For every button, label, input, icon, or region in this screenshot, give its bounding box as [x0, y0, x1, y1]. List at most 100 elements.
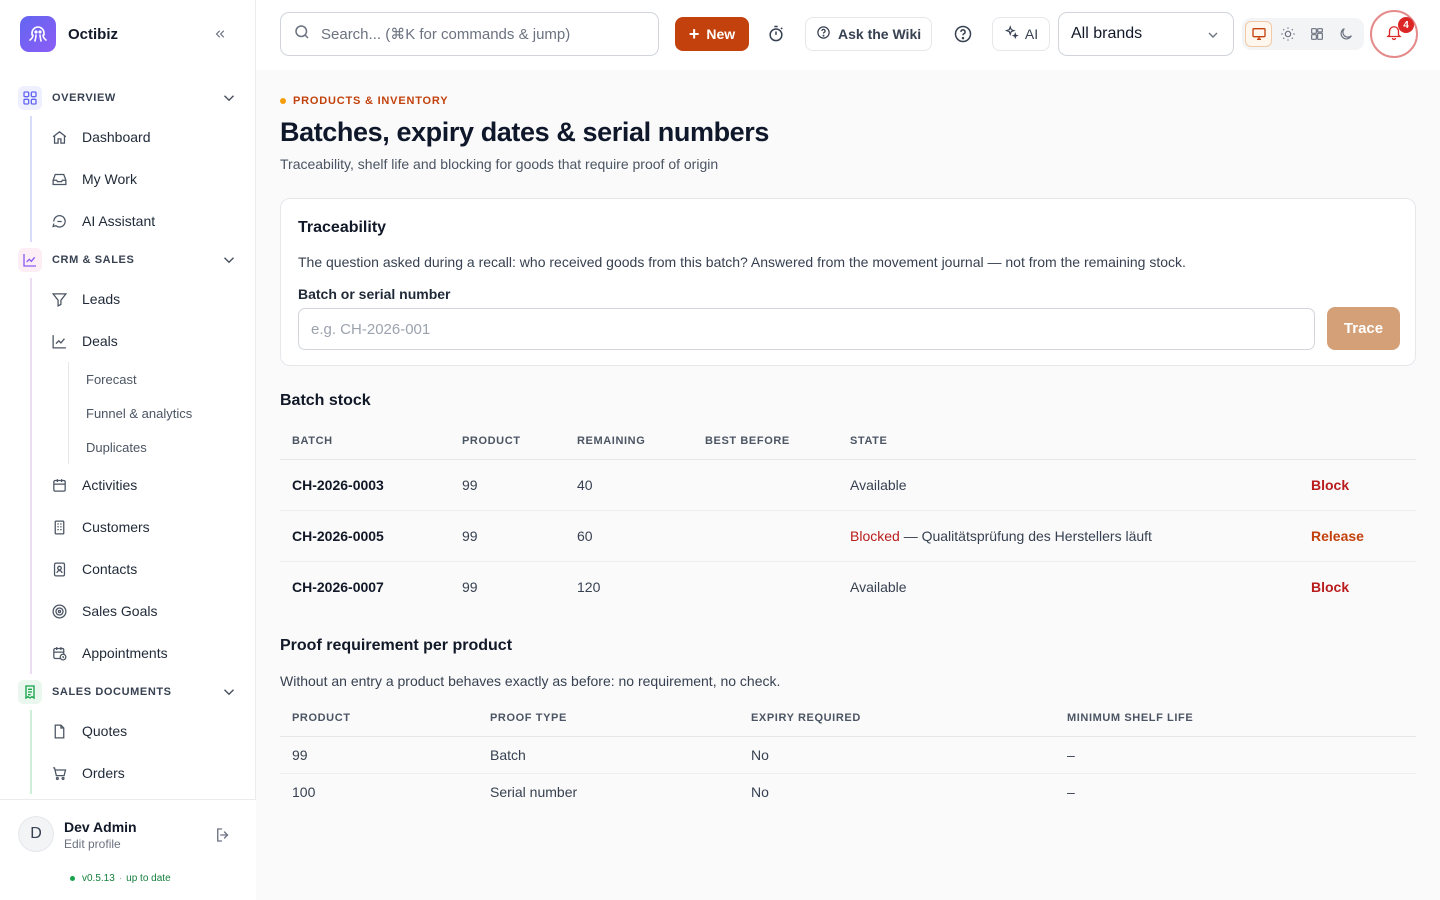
sidebar-item-orders[interactable]: Orders	[30, 752, 256, 794]
monitor-icon[interactable]	[1245, 21, 1273, 47]
sun-icon[interactable]	[1274, 21, 1301, 47]
version-state: up to date	[126, 873, 171, 884]
traceability-card: Traceability The question asked during a…	[280, 198, 1416, 366]
sidebar-item-label: Activities	[82, 477, 138, 493]
eyebrow-label: PRODUCTS & INVENTORY	[293, 95, 449, 107]
batch-stock-table: BATCH PRODUCT REMAINING BEST BEFORE STAT…	[280, 423, 1416, 612]
table-row: CH-2026-0003 99 40 Available Block	[280, 459, 1416, 511]
notifications-button[interactable]: 4	[1370, 10, 1418, 58]
traceability-title: Traceability	[298, 219, 387, 236]
sidebar-item-dashboard[interactable]: Dashboard	[30, 116, 256, 158]
block-button[interactable]: Block	[1299, 561, 1416, 612]
moon-icon[interactable]	[1332, 21, 1359, 47]
product-cell: 100	[292, 783, 316, 800]
expiry-required-cell: No	[739, 736, 1055, 774]
trace-button[interactable]: Trace	[1327, 307, 1400, 350]
avatar[interactable]: D	[18, 816, 54, 852]
sidebar-item-my-work[interactable]: My Work	[30, 158, 256, 200]
sidebar-item-ai-assistant[interactable]: AI Assistant	[30, 200, 256, 242]
receipt-icon	[18, 680, 42, 704]
expiry-required-cell: No	[751, 783, 769, 800]
col-product: PRODUCT	[450, 423, 565, 460]
product-cell: 99	[280, 736, 478, 774]
batch-serial-label: Batch or serial number	[298, 286, 451, 302]
sidebar: Octibiz OVERVIEW Dashboard My Work AI As…	[0, 0, 256, 900]
table-header-row: BATCH PRODUCT REMAINING BEST BEFORE STAT…	[280, 423, 1416, 460]
sidebar-item-customers[interactable]: Customers	[30, 506, 256, 548]
section-sales-documents[interactable]: SALES DOCUMENTS	[0, 674, 256, 710]
min-shelf-life-cell: –	[1067, 783, 1075, 800]
search-box[interactable]	[280, 12, 659, 56]
ai-button[interactable]: AI	[992, 17, 1050, 51]
release-button[interactable]: Release	[1299, 510, 1416, 562]
section-overview[interactable]: OVERVIEW	[0, 80, 256, 116]
inbox-icon	[50, 170, 68, 188]
chevron-down-icon	[1205, 27, 1221, 48]
target-icon	[50, 602, 68, 620]
sidebar-item-leads[interactable]: Leads	[30, 278, 256, 320]
version-number: v0.5.13	[82, 873, 115, 884]
page-title: Batches, expiry dates & serial numbers	[280, 117, 770, 147]
overview-group: Dashboard My Work AI Assistant	[0, 116, 256, 242]
chevron-down-icon[interactable]	[220, 89, 238, 112]
chat-icon	[50, 212, 68, 230]
theme-switcher	[1242, 18, 1364, 50]
sidebar-item-activities[interactable]: Activities	[30, 464, 256, 506]
sidebar-item-sales-goals[interactable]: Sales Goals	[30, 590, 256, 632]
best-before-cell	[693, 459, 838, 511]
sidebar-subitem-forecast[interactable]: Forecast	[68, 362, 256, 396]
sidebar-item-quotes[interactable]: Quotes	[30, 710, 256, 752]
user-profile: D Dev Admin Edit profile v0.5.13 · up to…	[0, 799, 256, 900]
state-cell: Available	[838, 561, 1299, 612]
sidebar-item-appointments[interactable]: Appointments	[30, 632, 256, 674]
col-proof-type: PROOF TYPE	[478, 701, 739, 737]
proof-requirement-description: Without an entry a product behaves exact…	[280, 673, 781, 689]
sidebar-subitem-duplicates[interactable]: Duplicates	[68, 430, 256, 464]
section-crm-sales[interactable]: CRM & SALES	[0, 242, 256, 278]
search-input[interactable]	[321, 25, 641, 43]
page-subtitle: Traceability, shelf life and blocking fo…	[280, 156, 719, 172]
remaining-cell: 40	[565, 459, 693, 511]
ai-label: AI	[1024, 26, 1039, 42]
sidebar-item-deals[interactable]: Deals	[30, 320, 256, 362]
col-expiry-required: EXPIRY REQUIRED	[739, 701, 1055, 737]
sidebar-item-label: Orders	[82, 765, 125, 781]
sidebar-item-contacts[interactable]: Contacts	[30, 548, 256, 590]
sidebar-subitem-funnel-analytics[interactable]: Funnel & analytics	[68, 396, 256, 430]
search-icon	[293, 23, 311, 46]
sidebar-item-label: Appointments	[82, 645, 168, 661]
state-cell: Available	[838, 459, 1299, 511]
stopwatch-icon[interactable]	[766, 24, 786, 49]
trend-icon	[18, 248, 42, 272]
logout-icon[interactable]	[214, 826, 232, 849]
main-content: PRODUCTS & INVENTORY Batches, expiry dat…	[280, 70, 1416, 900]
chart-line-icon	[50, 332, 68, 350]
collapse-sidebar-icon[interactable]	[210, 24, 230, 44]
topbar: + New Ask the Wiki AI All brands 4	[256, 0, 1440, 70]
block-button[interactable]: Block	[1299, 459, 1416, 511]
product-cell: 99	[450, 459, 565, 511]
col-min-shelf-life: MINIMUM SHELF LIFE	[1055, 701, 1416, 737]
state-label: Available	[850, 476, 907, 493]
batch-serial-input[interactable]	[298, 308, 1315, 350]
proof-type-cell: Serial number	[490, 783, 578, 800]
edit-profile-link[interactable]: Edit profile	[64, 837, 121, 851]
ask-wiki-button[interactable]: Ask the Wiki	[805, 17, 932, 51]
octopus-logo-icon	[20, 16, 56, 52]
question-circle-icon	[816, 25, 831, 43]
sales-docs-group: Quotes Orders	[0, 710, 256, 794]
section-label: OVERVIEW	[52, 92, 116, 104]
brand-select[interactable]: All brands	[1058, 12, 1234, 56]
layout-grid-icon[interactable]	[1303, 21, 1330, 47]
col-remaining: REMAINING	[565, 423, 693, 460]
help-icon[interactable]	[953, 24, 973, 49]
brand[interactable]: Octibiz	[20, 16, 236, 52]
brand-select-value: All brands	[1071, 25, 1143, 42]
product-cell: 99	[462, 578, 478, 595]
new-button[interactable]: + New	[675, 17, 749, 51]
grid-icon	[18, 86, 42, 110]
batch-cell: CH-2026-0003	[280, 459, 450, 511]
chevron-down-icon[interactable]	[220, 251, 238, 274]
best-before-cell	[693, 561, 838, 612]
chevron-down-icon[interactable]	[220, 683, 238, 706]
